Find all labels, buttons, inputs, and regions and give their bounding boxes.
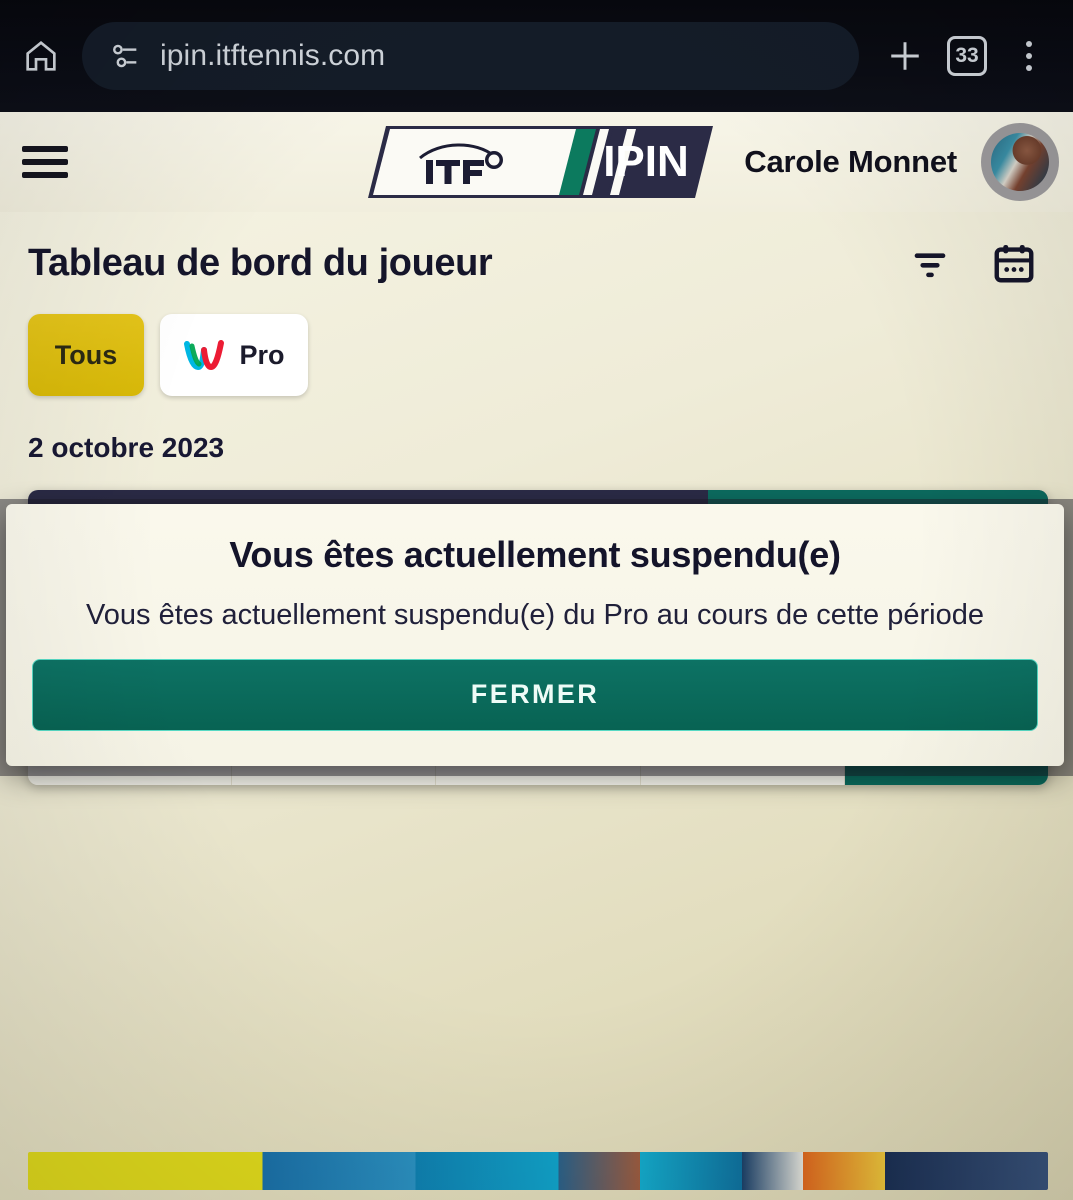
home-icon[interactable] xyxy=(18,33,64,79)
filter-tabs: Tous Pro xyxy=(0,286,1073,396)
page-title-actions xyxy=(907,240,1045,286)
date-group-label: 2 octobre 2023 xyxy=(28,432,225,463)
itf-ipin-logo[interactable]: IPIN xyxy=(368,124,713,200)
user-name[interactable]: Carole Monnet xyxy=(744,144,957,180)
suspension-modal: Vous êtes actuellement suspendu(e) Vous … xyxy=(6,504,1064,766)
url-text: ipin.itftennis.com xyxy=(160,39,386,72)
browser-menu-button[interactable] xyxy=(1003,30,1055,82)
tab-tous-label: Tous xyxy=(54,339,118,370)
tab-pro[interactable]: Pro xyxy=(160,314,308,396)
avatar[interactable] xyxy=(981,123,1059,201)
site-settings-icon[interactable] xyxy=(108,39,142,73)
new-tab-button[interactable] xyxy=(879,30,931,82)
tab-pro-label: Pro xyxy=(239,339,285,370)
modal-close-button[interactable]: FERMER xyxy=(32,658,1038,731)
page-title: Tableau de bord du joueur xyxy=(28,241,493,284)
logo-ipin-text: IPIN xyxy=(603,137,689,186)
tab-count-badge: 33 xyxy=(947,36,987,76)
calendar-icon[interactable] xyxy=(991,240,1037,286)
kebab-menu-icon xyxy=(1026,41,1032,71)
hamburger-menu-icon[interactable] xyxy=(22,146,70,178)
screen-root: ipin.itftennis.com 33 IPIN Carole Monnet… xyxy=(0,0,1073,1200)
page-title-row: Tableau de bord du joueur xyxy=(0,212,1073,286)
browser-toolbar: ipin.itftennis.com 33 xyxy=(0,0,1073,112)
filter-icon[interactable] xyxy=(907,240,953,286)
url-bar[interactable]: ipin.itftennis.com xyxy=(82,22,859,90)
promo-image-strip[interactable] xyxy=(28,1152,1048,1190)
modal-title: Vous êtes actuellement suspendu(e) xyxy=(229,534,841,575)
web-page: IPIN Carole Monnet Tableau de bord du jo… xyxy=(0,112,1073,1200)
tab-switcher-button[interactable]: 33 xyxy=(941,30,993,82)
wta-logo-icon xyxy=(184,340,225,371)
avatar-photo xyxy=(991,133,1049,191)
tab-tous[interactable]: Tous xyxy=(28,314,144,396)
app-header: IPIN Carole Monnet xyxy=(0,112,1073,212)
modal-body-text: Vous êtes actuellement suspendu(e) du Pr… xyxy=(86,599,984,631)
